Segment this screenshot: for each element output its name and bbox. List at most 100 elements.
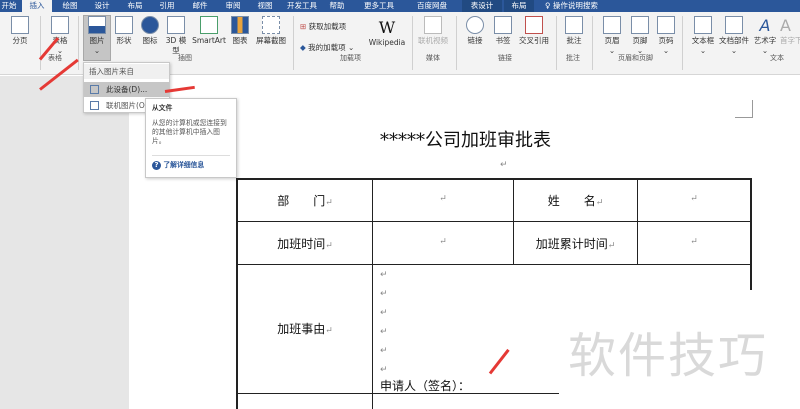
tab-more-tools[interactable]: 更多工具 bbox=[356, 0, 402, 12]
cell-department-label[interactable]: 部 门↵ bbox=[238, 192, 372, 209]
tab-table-design[interactable]: 表设计 bbox=[462, 0, 502, 12]
smartart-button[interactable]: SmartArt bbox=[191, 16, 227, 46]
group-header-footer: 页眉和页脚 bbox=[618, 54, 653, 62]
table-border bbox=[236, 221, 751, 222]
screenshot-button[interactable]: 屏幕截图 bbox=[253, 16, 289, 46]
table-border bbox=[750, 178, 752, 290]
comment-icon bbox=[565, 16, 583, 34]
picture-icon bbox=[88, 16, 106, 34]
document-title: *****公司加班审批表 bbox=[380, 130, 551, 151]
header-button[interactable]: 页眉 ⌄ bbox=[600, 16, 624, 56]
table-button[interactable]: 表格 ⌄ bbox=[46, 16, 74, 56]
table-icon bbox=[51, 16, 69, 34]
table-border bbox=[236, 178, 751, 180]
page-number-icon bbox=[657, 16, 675, 34]
wordart-icon: A bbox=[759, 16, 771, 35]
wordart-button[interactable]: A 艺术字 ⌄ bbox=[751, 16, 779, 56]
document-background bbox=[0, 76, 129, 409]
learn-more-link[interactable]: ? 了解详细信息 bbox=[152, 155, 230, 170]
icons-button[interactable]: 图标 bbox=[140, 16, 160, 46]
drop-cap-button[interactable]: A首字下沉 bbox=[780, 16, 800, 46]
tab-mailings[interactable]: 邮件 bbox=[185, 0, 215, 12]
tab-baidu-netdisk[interactable]: 百度网盘 bbox=[410, 0, 454, 12]
group-addins: 加载项 bbox=[340, 54, 361, 62]
tab-references[interactable]: 引用 bbox=[152, 0, 182, 12]
cross-reference-icon bbox=[525, 16, 543, 34]
tab-developer[interactable]: 开发工具 bbox=[284, 0, 320, 12]
watermark: 软件技巧 bbox=[568, 328, 769, 384]
picture-button[interactable]: 图片 ⌄ bbox=[83, 15, 111, 61]
tab-draw[interactable]: 绘图 bbox=[55, 0, 85, 12]
group-text: 文本 bbox=[770, 54, 784, 62]
wikipedia-icon: W bbox=[378, 18, 396, 37]
drop-cap-icon: A bbox=[780, 16, 791, 35]
screenshot-icon bbox=[262, 16, 280, 34]
smartart-icon bbox=[200, 16, 218, 34]
link-button[interactable]: 链接 bbox=[466, 16, 484, 46]
comment-button[interactable]: 批注 bbox=[562, 16, 586, 46]
menu-item-this-device[interactable]: 此设备(D)... bbox=[84, 82, 169, 97]
tab-insert[interactable]: 插入 bbox=[22, 0, 52, 12]
icons-icon bbox=[141, 16, 159, 34]
menu-header: 插入图片来自 bbox=[84, 64, 169, 79]
cell-reason-value[interactable]: ↵ ↵ ↵ ↵ ↵ ↵ bbox=[380, 266, 388, 380]
page-number-button[interactable]: 页码 ⌄ bbox=[654, 16, 678, 56]
cube-icon bbox=[167, 16, 185, 34]
cell-name-label[interactable]: 姓 名↵ bbox=[514, 192, 637, 209]
table-border bbox=[236, 178, 238, 409]
textbox-button[interactable]: 文本框 ⌄ bbox=[688, 16, 718, 56]
online-video-button: 联机视频 bbox=[416, 16, 450, 46]
tooltip-title: 从文件 bbox=[152, 104, 173, 112]
header-icon bbox=[603, 16, 621, 34]
device-icon bbox=[90, 85, 99, 94]
cross-reference-button[interactable]: 交叉引用 bbox=[516, 16, 552, 46]
tab-help[interactable]: 帮助 bbox=[322, 0, 352, 12]
group-comments: 批注 bbox=[566, 54, 580, 62]
3d-models-button[interactable]: 3D 模型 bbox=[164, 16, 188, 56]
shapes-button[interactable]: 形状 bbox=[112, 16, 136, 46]
cell-department-value[interactable]: ↵ bbox=[373, 194, 513, 204]
tab-table-layout[interactable]: 布局 bbox=[504, 0, 534, 12]
tooltip-body: 从您的计算机或您连接到的其他计算机中插入图片。 bbox=[152, 119, 227, 145]
my-addins-button[interactable]: ◆ 我的加载项 ⌄ bbox=[300, 43, 366, 53]
group-media: 媒体 bbox=[426, 54, 440, 62]
tab-view[interactable]: 视图 bbox=[250, 0, 280, 12]
addins-icon: ◆ bbox=[300, 43, 309, 52]
wikipedia-button[interactable]: W Wikipedia bbox=[366, 18, 408, 48]
chart-button[interactable]: 图表 bbox=[229, 16, 251, 46]
cell-reason-label[interactable]: 加班事由↵ bbox=[238, 320, 372, 337]
tab-layout[interactable]: 布局 bbox=[120, 0, 150, 12]
cell-accumulated-label[interactable]: 加班累计时间↵ bbox=[514, 235, 637, 252]
cell-accumulated-value[interactable]: ↵ bbox=[638, 237, 750, 247]
get-addins-button[interactable]: ⊞ 获取加载项 bbox=[300, 22, 360, 32]
cell-name-value[interactable]: ↵ bbox=[638, 194, 750, 204]
footer-button[interactable]: 页脚 ⌄ bbox=[628, 16, 652, 56]
store-icon: ⊞ bbox=[300, 22, 309, 31]
shapes-icon bbox=[115, 16, 133, 34]
margin-marker bbox=[735, 100, 753, 118]
quick-parts-button[interactable]: 文档部件 ⌄ bbox=[718, 16, 750, 56]
table-border bbox=[637, 178, 638, 264]
table-border bbox=[372, 178, 373, 409]
tooltip: 从文件 从您的计算机或您连接到的其他计算机中插入图片。 ? 了解详细信息 bbox=[145, 98, 237, 178]
group-illustrations: 插图 bbox=[178, 54, 192, 62]
video-icon bbox=[424, 16, 442, 34]
help-icon: ? bbox=[152, 161, 161, 170]
table-border bbox=[236, 264, 751, 265]
tab-design[interactable]: 设计 bbox=[87, 0, 117, 12]
cell-overtime-label[interactable]: 加班时间↵ bbox=[238, 235, 372, 252]
cell-overtime-value[interactable]: ↵ bbox=[373, 237, 513, 247]
page-break-icon bbox=[11, 16, 29, 34]
bookmark-icon bbox=[494, 16, 512, 34]
quick-parts-icon bbox=[725, 16, 743, 34]
tell-me-search[interactable]: ♀ 操作说明搜索 bbox=[545, 0, 625, 12]
chart-icon bbox=[231, 16, 249, 34]
group-tables: 表格 bbox=[48, 54, 62, 62]
tab-review[interactable]: 审阅 bbox=[218, 0, 248, 12]
tab-home[interactable]: 开始 bbox=[0, 0, 18, 12]
link-icon bbox=[466, 16, 484, 34]
page-break-button[interactable]: 分页 bbox=[8, 16, 32, 46]
textbox-icon bbox=[694, 16, 712, 34]
footer-icon bbox=[631, 16, 649, 34]
bookmark-button[interactable]: 书签 bbox=[492, 16, 514, 46]
